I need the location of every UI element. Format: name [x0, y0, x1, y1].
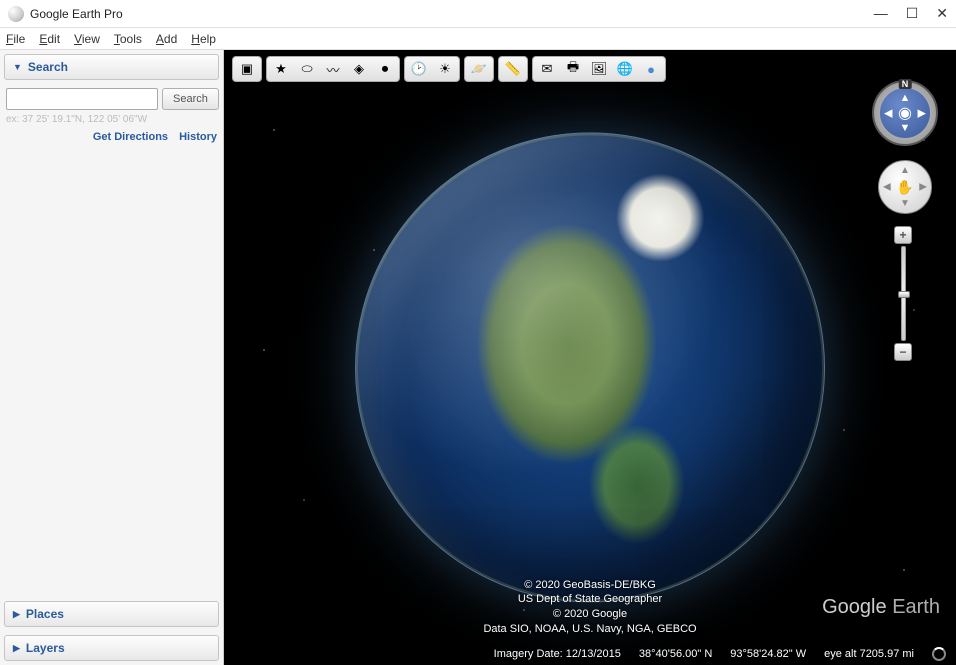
search-button[interactable]: Search	[162, 88, 219, 110]
pan-up-icon[interactable]: ▲	[900, 165, 910, 176]
search-title: Search	[28, 60, 68, 74]
placemark-button[interactable]: ★	[269, 59, 293, 79]
polygon-button[interactable]: ⬭	[295, 59, 319, 79]
maximize-button[interactable]: ☐	[906, 5, 919, 22]
sunlight-button[interactable]: ☀	[433, 59, 457, 79]
eye-altitude: eye alt 7205.97 mi	[824, 648, 914, 660]
sidebar: ▼ Search Search ex: 37 25' 19.1"N, 122 0…	[0, 50, 224, 665]
get-directions-link[interactable]: Get Directions	[93, 131, 168, 143]
layers-title: Layers	[26, 641, 65, 655]
planets-button[interactable]: 🪐	[467, 59, 491, 79]
menu-help[interactable]: Help	[191, 32, 216, 46]
map-viewport[interactable]: ▣ ★ ⬭ 〰 ◈ ⏺ 🕑 ☀ 🪐 📏 ✉ 🖶 🖼 🌐 ●	[224, 50, 956, 665]
search-hint: ex: 37 25' 19.1"N, 122 05' 06"W	[6, 114, 217, 125]
app-icon	[8, 6, 24, 22]
menu-view[interactable]: View	[74, 32, 100, 46]
search-input[interactable]	[6, 88, 158, 110]
collapse-icon: ▼	[13, 62, 22, 72]
zoom-in-button[interactable]: +	[894, 226, 912, 244]
loading-spinner-icon	[932, 647, 946, 661]
places-panel-header[interactable]: ▶ Places	[4, 601, 219, 627]
historical-imagery-button[interactable]: 🕑	[407, 59, 431, 79]
longitude: 93°58'24.82" W	[730, 648, 806, 660]
print-button[interactable]: 🖶	[561, 59, 585, 79]
menu-edit[interactable]: Edit	[39, 32, 60, 46]
expand-icon: ▶	[13, 643, 20, 654]
earth-globe[interactable]	[355, 132, 825, 602]
zoom-thumb[interactable]	[898, 291, 910, 298]
expand-icon: ▶	[13, 609, 20, 620]
look-left-icon[interactable]: ◀	[884, 107, 892, 120]
hand-icon: ✋	[896, 179, 913, 196]
zoom-slider: + −	[894, 226, 912, 361]
pan-down-icon[interactable]: ▼	[900, 198, 910, 209]
look-down-icon[interactable]: ▼	[900, 122, 911, 134]
menu-tools[interactable]: Tools	[114, 32, 142, 46]
email-button[interactable]: ✉	[535, 59, 559, 79]
layers-panel-header[interactable]: ▶ Layers	[4, 635, 219, 661]
record-tour-button[interactable]: ⏺	[373, 59, 397, 79]
attrib-line: © 2020 GeoBasis-DE/BKG	[483, 578, 696, 593]
window-title: Google Earth Pro	[30, 7, 123, 21]
look-joystick[interactable]: N ▲ ▼ ◀ ▶ ◉	[872, 80, 938, 146]
north-indicator[interactable]: N	[899, 79, 912, 89]
search-panel-header[interactable]: ▼ Search	[4, 54, 219, 80]
ruler-button[interactable]: 📏	[501, 59, 525, 79]
menu-bar: File Edit View Tools Add Help	[0, 28, 956, 50]
menu-file[interactable]: File	[6, 32, 25, 46]
pan-left-icon[interactable]: ◀	[883, 182, 891, 193]
look-right-icon[interactable]: ▶	[918, 107, 926, 120]
eye-icon: ◉	[898, 103, 912, 123]
image-overlay-button[interactable]: ◈	[347, 59, 371, 79]
close-button[interactable]: ✕	[936, 5, 948, 22]
attrib-line: Data SIO, NOAA, U.S. Navy, NGA, GEBCO	[483, 622, 696, 637]
zoom-track[interactable]	[901, 246, 906, 341]
sign-in-button[interactable]: ●	[639, 59, 663, 79]
minimize-button[interactable]: —	[874, 5, 888, 22]
move-joystick[interactable]: ▲ ▼ ◀ ▶ ✋	[878, 160, 932, 214]
toggle-sidebar-button[interactable]: ▣	[235, 59, 259, 79]
path-button[interactable]: 〰	[321, 59, 345, 79]
attrib-line: US Dept of State Geographer	[483, 592, 696, 607]
pan-right-icon[interactable]: ▶	[919, 182, 927, 193]
save-image-button[interactable]: 🖼	[587, 59, 611, 79]
imagery-date: Imagery Date: 12/13/2015	[494, 648, 621, 660]
attribution: © 2020 GeoBasis-DE/BKG US Dept of State …	[483, 578, 696, 637]
zoom-out-button[interactable]: −	[894, 343, 912, 361]
latitude: 38°40'56.00" N	[639, 648, 712, 660]
view-in-maps-button[interactable]: 🌐	[613, 59, 637, 79]
places-title: Places	[26, 607, 64, 621]
attrib-line: © 2020 Google	[483, 607, 696, 622]
toolbar: ▣ ★ ⬭ 〰 ◈ ⏺ 🕑 ☀ 🪐 📏 ✉ 🖶 🖼 🌐 ●	[232, 56, 666, 82]
google-earth-watermark: Google Earth	[822, 596, 940, 619]
status-bar: Imagery Date: 12/13/2015 38°40'56.00" N …	[224, 643, 956, 665]
history-link[interactable]: History	[179, 131, 217, 143]
title-bar: Google Earth Pro — ☐ ✕	[0, 0, 956, 28]
menu-add[interactable]: Add	[156, 32, 177, 46]
